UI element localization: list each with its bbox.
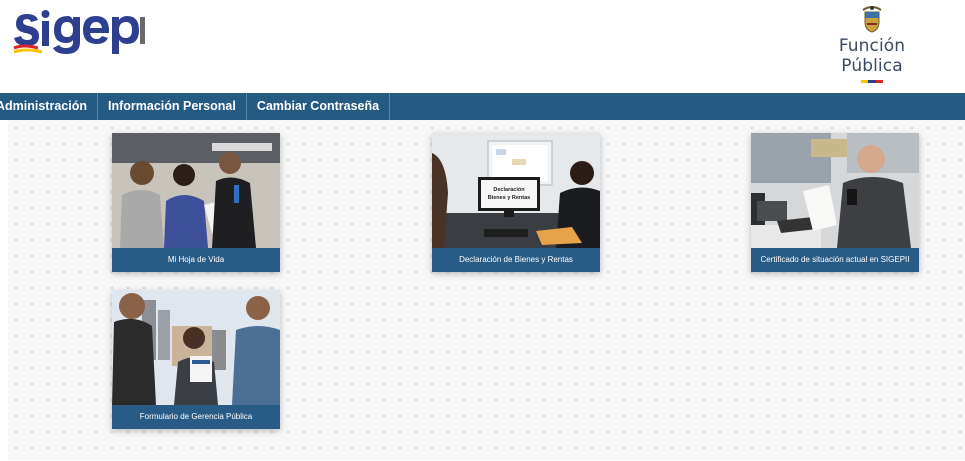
nav-informacion-personal[interactable]: Información Personal (98, 93, 247, 120)
funcion-publica-brand[interactable]: Función Pública (807, 4, 937, 83)
card-hoja-de-vida[interactable]: Mi Hoja de Vida (112, 133, 280, 272)
card-caption-hoja-de-vida: Mi Hoja de Vida (167, 255, 225, 264)
main-navbar: Administración Información Personal Camb… (0, 93, 965, 120)
colombia-flag-stripe (861, 80, 883, 83)
certificado-photo (751, 133, 919, 248)
card-certificado-situacion[interactable]: Certificado de situación actual en SIGEP… (751, 133, 919, 272)
card-formulario-gerencia-publica[interactable]: Formulario de Gerencia Pública (112, 290, 280, 429)
card-caption-declaracion: Declaración de Bienes y Rentas (459, 255, 573, 264)
gerencia-publica-photo (112, 290, 280, 405)
svg-text:Bienes y Rentas: Bienes y Rentas (488, 195, 531, 201)
colombia-crest-icon (862, 6, 882, 33)
card-caption-certificado: Certificado de situación actual en SIGEP… (760, 255, 910, 264)
declaracion-photo: Declaración Bienes y Rentas (432, 133, 600, 248)
funcion-publica-text: Función Pública (838, 36, 906, 76)
content-area: Mi Hoja de Vida Declaración Bienes y Ren… (8, 120, 965, 460)
card-caption-gerencia-publica: Formulario de Gerencia Pública (139, 412, 253, 421)
nav-administracion[interactable]: Administración (0, 93, 98, 120)
nav-cambiar-contrasena[interactable]: Cambiar Contraseña (247, 93, 391, 120)
svg-text:Declaración: Declaración (493, 187, 525, 193)
card-declaracion-bienes-rentas[interactable]: Declaración Bienes y Rentas Declaración … (432, 133, 600, 272)
page-header: Función Pública (0, 0, 965, 83)
hoja-de-vida-photo (112, 133, 280, 248)
sigepii-logo[interactable] (8, 2, 148, 60)
